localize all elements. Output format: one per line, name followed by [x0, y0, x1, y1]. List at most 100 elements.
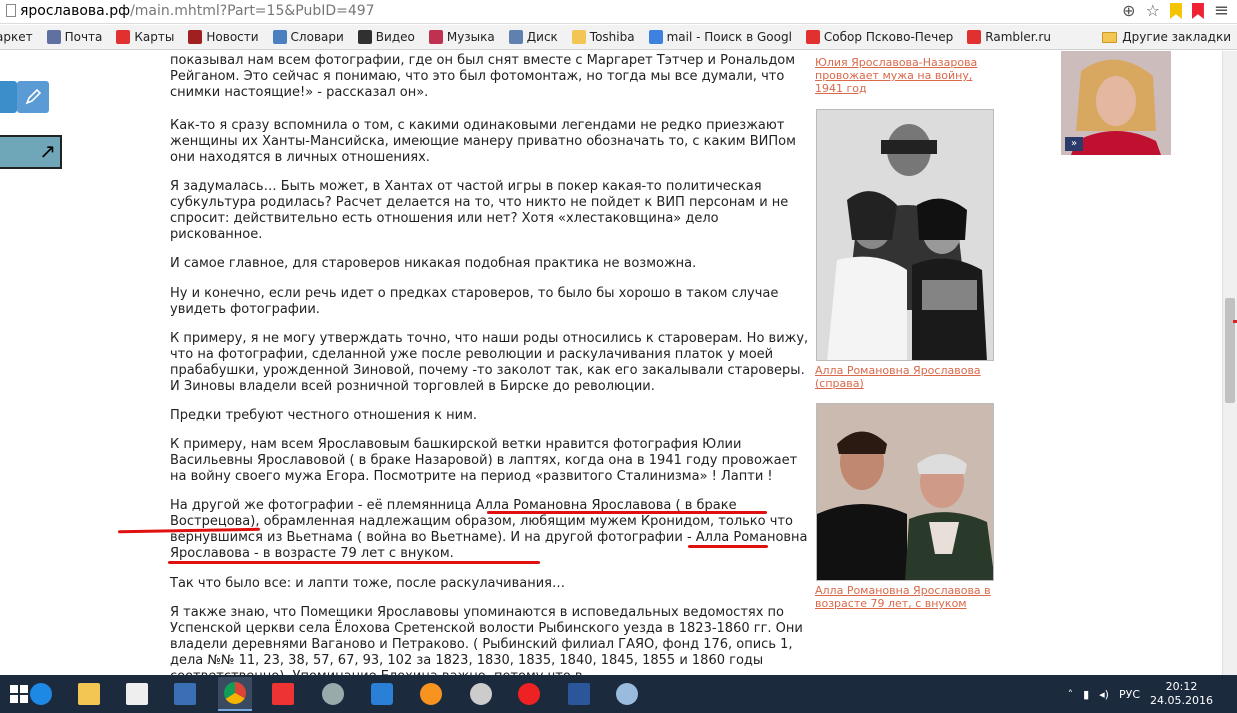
bookmark-flag-icon[interactable]: [1169, 3, 1182, 19]
bookmark-icon: [805, 30, 820, 44]
bookmark-icon: [571, 30, 586, 44]
bookmark-icon: [967, 30, 982, 44]
clock[interactable]: 20:12 24.05.2016: [1150, 680, 1213, 708]
bookmark-item[interactable]: аркет: [0, 30, 33, 44]
bookmark-icon: [648, 30, 663, 44]
paint-icon: [616, 683, 638, 705]
paragraph: Как-то я сразу вспомнила о том, с какими…: [170, 118, 796, 165]
paragraph: К примеру, нам всем Ярославовым башкирск…: [170, 437, 798, 484]
taskbar-tiles[interactable]: [168, 677, 202, 711]
bookmark-label: Карты: [134, 30, 175, 44]
scroll-thumb[interactable]: [1225, 298, 1235, 403]
bookmark-label: аркет: [0, 30, 33, 44]
author-profile-photo[interactable]: »: [1061, 51, 1171, 155]
taskbar-app[interactable]: [464, 677, 498, 711]
bookmark-item[interactable]: Словари: [272, 30, 344, 44]
taskbar-app[interactable]: [316, 677, 350, 711]
pencil-icon: [25, 88, 42, 105]
bookmark-label: Музыка: [446, 30, 495, 44]
taskbar-word[interactable]: [562, 677, 596, 711]
language-indicator[interactable]: РУС: [1119, 688, 1140, 701]
arrow-up-right-icon: ↗: [39, 139, 56, 163]
url-path: /main.mhtml?Part=15&PubID=497: [130, 3, 375, 19]
chrome-icon: [224, 682, 246, 704]
menu-icon[interactable]: ≡: [1214, 2, 1229, 20]
paragraph: Я задумалась… Быть может, в Хантах от ча…: [170, 179, 789, 242]
taskbar-yandex-browser[interactable]: [512, 677, 546, 711]
highlight-underline: [688, 545, 768, 548]
paragraph: Ну и конечно, если речь идет о предках с…: [170, 286, 779, 317]
folder-icon: [1102, 31, 1118, 43]
bookmark-icon: [428, 30, 443, 44]
ie-icon: [30, 683, 52, 705]
family-photo-image: [817, 110, 993, 360]
bookmark-item[interactable]: Карты: [116, 30, 174, 44]
star-icon[interactable]: ☆: [1146, 2, 1160, 20]
ok-icon: [420, 683, 442, 705]
photo-caption-link[interactable]: Юлия Ярославова-Назарова провожает мужа …: [815, 56, 995, 95]
share-button[interactable]: [0, 81, 17, 113]
vertical-scrollbar[interactable]: [1222, 51, 1237, 675]
scroll-marker: [1233, 320, 1237, 323]
volume-icon[interactable]: ◂): [1099, 688, 1109, 701]
tray-arrow-icon[interactable]: ˄: [1068, 688, 1074, 701]
bookmark-item[interactable]: Почта: [46, 30, 103, 44]
store-icon: [126, 683, 148, 705]
taskbar-explorer[interactable]: [72, 677, 106, 711]
clock-date: 24.05.2016: [1150, 694, 1213, 707]
bookmark-item[interactable]: Диск: [508, 30, 558, 44]
red-flag-icon[interactable]: [1191, 3, 1204, 19]
bookmark-icon: [46, 30, 61, 44]
web-page: ↗ показывал нам всем фотографии, где он …: [0, 51, 1222, 675]
tiles-icon: [174, 683, 196, 705]
paragraph: Так что было все: и лапти тоже, после ра…: [170, 576, 565, 591]
taskbar-odnoklassniki[interactable]: [414, 677, 448, 711]
bookmark-item[interactable]: Музыка: [428, 30, 495, 44]
bookmark-item[interactable]: Новости: [188, 30, 259, 44]
paragraph: К примеру, я не могу утверждать точно, ч…: [170, 331, 809, 394]
taskbar-yandex[interactable]: [266, 677, 300, 711]
taskbar-chrome[interactable]: [218, 677, 252, 711]
app-icon: [470, 683, 492, 705]
grandson-photo-image: [817, 404, 993, 580]
bookmark-icon: [508, 30, 523, 44]
page-icon: [6, 4, 16, 17]
photo-grandson[interactable]: [816, 403, 994, 581]
other-bookmarks[interactable]: Другие закладки: [1102, 30, 1231, 44]
highlight-underline: [487, 511, 767, 514]
bookmark-item[interactable]: mail - Поиск в Googl: [648, 30, 792, 44]
other-bookmarks-label: Другие закладки: [1122, 30, 1231, 44]
photo-caption-link[interactable]: Алла Романовна Ярославова (справа): [815, 364, 995, 390]
taskbar-paint[interactable]: [610, 677, 644, 711]
taskbar-ie[interactable]: [24, 677, 58, 711]
highlight-underline: [168, 561, 540, 564]
system-tray: ˄ ▮ ◂) РУС 20:12 24.05.2016: [1068, 675, 1237, 713]
bookmark-item[interactable]: Видео: [357, 30, 415, 44]
network-icon[interactable]: ▮: [1083, 688, 1089, 701]
expand-icon[interactable]: »: [1065, 137, 1083, 151]
photo-caption-link[interactable]: Алла Романовна Ярославова в возрасте 79 …: [815, 584, 995, 610]
bookmark-label: Новости: [206, 30, 259, 44]
edit-button[interactable]: [17, 81, 49, 113]
bookmark-label: Диск: [526, 30, 558, 44]
clock-time: 20:12: [1165, 680, 1198, 693]
bookmark-icon: [188, 30, 203, 44]
bookmark-icon: [357, 30, 372, 44]
taskbar-mail[interactable]: [365, 677, 399, 711]
paragraph: На другой же фотографии - её племянница …: [170, 498, 808, 561]
zoom-icon[interactable]: ⊕: [1122, 2, 1135, 20]
bookmark-item[interactable]: Toshiba: [571, 30, 635, 44]
bookmark-icon: [272, 30, 287, 44]
photo-family[interactable]: [816, 109, 994, 361]
bookmark-icon: [116, 30, 131, 44]
bookmark-label: Почта: [64, 30, 103, 44]
yandex-icon: [272, 683, 294, 705]
bookmark-item[interactable]: Rambler.ru: [967, 30, 1051, 44]
bookmark-item[interactable]: Собор Псково-Печер: [805, 30, 953, 44]
bookmark-label: Словари: [290, 30, 344, 44]
address-bar[interactable]: ярославова.рф/main.mhtml?Part=15&PubID=4…: [0, 0, 1237, 24]
taskbar-store[interactable]: [120, 677, 154, 711]
expand-panel-button[interactable]: ↗: [0, 135, 62, 169]
url-text[interactable]: ярославова.рф/main.mhtml?Part=15&PubID=4…: [6, 3, 375, 19]
bookmark-label: mail - Поиск в Googl: [666, 30, 792, 44]
